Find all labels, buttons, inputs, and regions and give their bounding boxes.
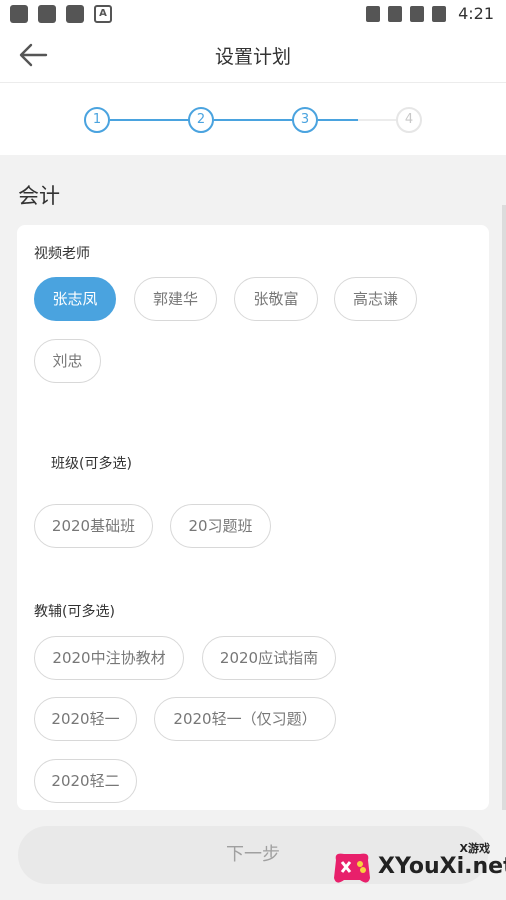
teacher-chip[interactable]: 高志谦 xyxy=(334,277,417,321)
materials-label: 教辅(可多选) xyxy=(34,604,115,620)
teacher-chip[interactable]: 张敬富 xyxy=(234,277,318,321)
step-connector-2 xyxy=(214,119,294,121)
text-notification-icon: A xyxy=(94,5,112,23)
subject-heading: 会计 xyxy=(18,184,60,208)
step-1: 1 xyxy=(84,107,110,133)
teachers-label: 视频老师 xyxy=(34,246,90,262)
teacher-chip[interactable]: 郭建华 xyxy=(134,277,217,321)
status-system-icons: 4:21 xyxy=(366,4,494,23)
step-connector-1 xyxy=(110,119,190,121)
site-watermark: XYouXi.net X游戏 xyxy=(330,840,506,892)
bag-notification-icon xyxy=(38,5,56,23)
wifi-icon xyxy=(388,5,403,22)
page-title: 设置计划 xyxy=(214,46,291,68)
classes-label: 班级(可多选) xyxy=(51,456,132,472)
status-time: 4:21 xyxy=(458,4,494,23)
image-notification-icon xyxy=(66,5,84,23)
location-icon xyxy=(366,5,381,22)
class-chip[interactable]: 2020基础班 xyxy=(34,504,153,548)
watermark-text: XYouXi.net xyxy=(378,854,506,879)
material-chip[interactable]: 2020中注协教材 xyxy=(34,636,184,680)
teacher-chip[interactable]: 张志凤 xyxy=(34,277,116,321)
teacher-chip[interactable]: 刘忠 xyxy=(34,339,101,383)
status-notification-icons: A xyxy=(10,5,112,23)
material-chip[interactable]: 2020轻二 xyxy=(34,759,137,803)
step-4: 4 xyxy=(396,107,422,133)
step-3: 3 xyxy=(292,107,318,133)
scrollbar[interactable] xyxy=(502,205,506,825)
material-chip[interactable]: 2020应试指南 xyxy=(202,636,336,680)
app-notification-icon xyxy=(10,5,28,23)
material-chip[interactable]: 2020轻一 xyxy=(34,697,137,741)
plan-options-card: 视频老师 张志凤 郭建华 张敬富 高志谦 刘忠 班级(可多选) 2020基础班 … xyxy=(17,225,489,810)
progress-stepper: 1 2 3 4 xyxy=(0,83,506,155)
gamepad-logo-icon xyxy=(334,853,370,883)
battery-icon xyxy=(432,5,447,22)
class-chip[interactable]: 20习题班 xyxy=(170,504,271,548)
watermark-small-text: X游戏 xyxy=(459,842,490,855)
no-signal-icon xyxy=(410,5,425,22)
material-chip[interactable]: 2020轻一（仅习题） xyxy=(154,697,336,741)
step-2: 2 xyxy=(188,107,214,133)
top-app-bar: 设置计划 xyxy=(0,28,506,83)
status-bar: A 4:21 xyxy=(0,0,506,28)
step-connector-3-done xyxy=(318,119,358,121)
step-connector-3-pending xyxy=(358,119,398,121)
